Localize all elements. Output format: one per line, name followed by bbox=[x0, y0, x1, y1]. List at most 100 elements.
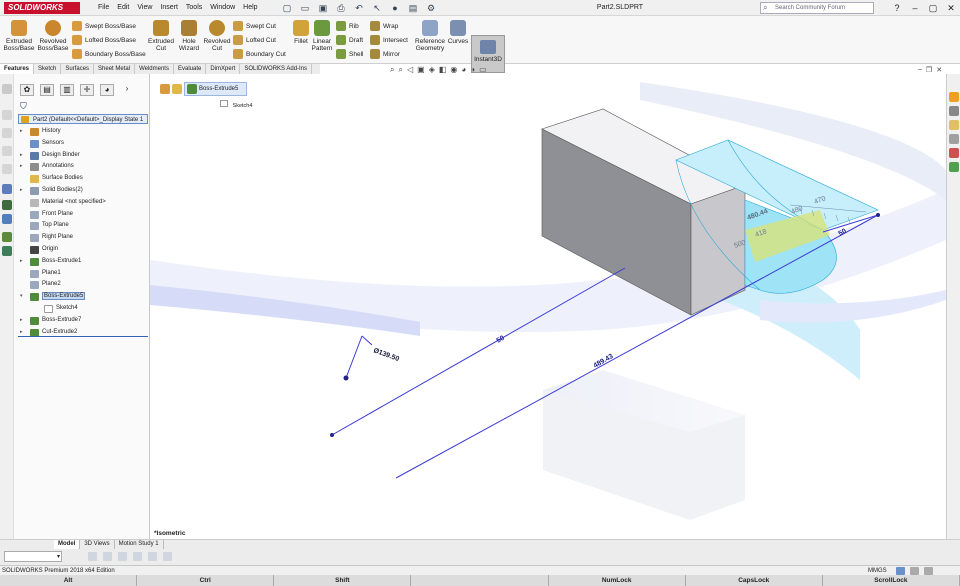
dimxpertmanager-tab-icon[interactable]: ✛ bbox=[80, 84, 94, 96]
previous-view-icon[interactable]: ◁ bbox=[407, 65, 413, 75]
tab-sketch[interactable]: Sketch bbox=[34, 64, 62, 74]
undo-icon[interactable]: ↶ bbox=[352, 2, 366, 14]
tool-icon[interactable] bbox=[103, 552, 112, 561]
rib-button[interactable]: Rib bbox=[336, 21, 359, 31]
sketch-point[interactable] bbox=[343, 375, 349, 381]
chevron-right-icon[interactable]: ▸ bbox=[20, 315, 23, 327]
tree-item[interactable]: Surface Bodies bbox=[18, 173, 148, 185]
strip-tool-icon[interactable] bbox=[2, 246, 12, 256]
tab-model[interactable]: Model bbox=[54, 540, 81, 549]
strip-tool-icon[interactable] bbox=[2, 200, 12, 210]
rebuild-status-icon[interactable] bbox=[896, 567, 905, 575]
maximize-icon[interactable]: ▢ bbox=[924, 0, 942, 16]
open-folder-icon[interactable]: ▭ bbox=[298, 2, 312, 14]
units-combo[interactable]: ▾ bbox=[4, 551, 62, 562]
menu-view[interactable]: View bbox=[133, 0, 156, 16]
view-palette-icon[interactable] bbox=[949, 134, 959, 144]
tree-item[interactable]: ▸ Design Binder bbox=[18, 150, 148, 162]
filter-icon[interactable]: ⛉ bbox=[20, 101, 27, 112]
tab-weldments[interactable]: Weldments bbox=[135, 64, 174, 74]
strip-tool-icon[interactable] bbox=[2, 214, 12, 224]
boundary-boss-button[interactable]: Boundary Boss/Base bbox=[72, 49, 146, 59]
menu-edit[interactable]: Edit bbox=[113, 0, 133, 16]
new-document-icon[interactable]: ▢ bbox=[280, 2, 294, 14]
strip-tool-icon[interactable] bbox=[2, 128, 12, 138]
tree-root-part[interactable]: Part2 (Default<<Default>_Display State 1 bbox=[18, 114, 148, 124]
hole-wizard-button[interactable]: Hole Wizard bbox=[174, 20, 204, 52]
dimension-depth-50[interactable]: 50 bbox=[496, 335, 506, 345]
extruded-cut-button[interactable]: Extruded Cut bbox=[146, 20, 176, 52]
strip-tool-icon[interactable] bbox=[2, 146, 12, 156]
chevron-right-icon[interactable]: ▸ bbox=[20, 126, 23, 138]
edit-appearance-icon[interactable]: ◕ bbox=[461, 65, 466, 75]
strip-tool-icon[interactable] bbox=[2, 84, 12, 94]
tool-icon[interactable] bbox=[163, 552, 172, 561]
revolved-boss-button[interactable]: Revolved Boss/Base bbox=[36, 20, 70, 52]
zoom-to-fit-icon[interactable]: ⌕ bbox=[390, 65, 394, 75]
select-arrow-icon[interactable]: ↖ bbox=[370, 2, 384, 14]
solidworks-resources-icon[interactable] bbox=[949, 92, 959, 102]
tree-item[interactable]: Front Plane bbox=[18, 209, 148, 221]
status-icon[interactable] bbox=[910, 567, 919, 575]
viewport-close-icon[interactable]: ✕ bbox=[936, 66, 942, 74]
solidworks-logo[interactable]: SOLIDWORKS bbox=[4, 2, 80, 14]
appearances-icon[interactable] bbox=[949, 148, 959, 158]
tree-item[interactable]: ▸ Annotations bbox=[18, 161, 148, 173]
viewport-minimize-icon[interactable]: – bbox=[918, 66, 922, 74]
tab-3d-views[interactable]: 3D Views bbox=[80, 540, 115, 549]
tab-features[interactable]: Features bbox=[0, 64, 35, 74]
tree-item[interactable]: ▸ History bbox=[18, 126, 148, 138]
tree-item[interactable]: Plane2 bbox=[18, 279, 148, 291]
viewport-restore-icon[interactable]: ❐ bbox=[926, 66, 932, 74]
dimension-arrow-end[interactable] bbox=[876, 213, 880, 217]
close-icon[interactable]: ✕ bbox=[942, 0, 960, 16]
tab-addins[interactable]: SOLIDWORKS Add-Ins bbox=[240, 64, 313, 74]
dimension-489-43[interactable]: 489.43 bbox=[593, 353, 615, 370]
tab-sheet-metal[interactable]: Sheet Metal bbox=[94, 64, 136, 74]
mirror-button[interactable]: Mirror bbox=[370, 49, 400, 59]
view-settings-icon[interactable]: ▭ bbox=[479, 65, 487, 75]
tree-item[interactable]: Plane1 bbox=[18, 268, 148, 280]
dimension-arrow-end[interactable] bbox=[330, 433, 334, 437]
lofted-boss-button[interactable]: Lofted Boss/Base bbox=[72, 35, 136, 45]
apply-scene-icon[interactable]: ◑ bbox=[470, 65, 475, 75]
tree-item[interactable]: ▾ Boss-Extrude5 bbox=[18, 291, 148, 303]
shell-button[interactable]: Shell bbox=[336, 49, 363, 59]
lofted-cut-button[interactable]: Lofted Cut bbox=[233, 35, 276, 45]
reference-geometry-button[interactable]: Reference Geometry bbox=[414, 20, 446, 52]
minimize-icon[interactable]: – bbox=[906, 0, 924, 16]
menu-insert[interactable]: Insert bbox=[156, 0, 182, 16]
tree-item[interactable]: Material <not specified> bbox=[18, 197, 148, 209]
tool-icon[interactable] bbox=[88, 552, 97, 561]
propertymanager-tab-icon[interactable]: ▤ bbox=[40, 84, 54, 96]
file-explorer-icon[interactable] bbox=[949, 120, 959, 130]
menu-file[interactable]: File bbox=[94, 0, 113, 16]
model-viewport[interactable]: 470 480 418 500 480.44 50 489.43 Ø139.50… bbox=[150, 74, 946, 539]
section-view-icon[interactable]: ▣ bbox=[417, 65, 425, 75]
design-library-icon[interactable] bbox=[949, 106, 959, 116]
flyout-item-boss-extrude5[interactable]: Boss-Extrude5 bbox=[184, 82, 248, 96]
strip-tool-icon[interactable] bbox=[2, 184, 12, 194]
display-style-icon[interactable]: ◧ bbox=[439, 65, 447, 75]
graphics-area[interactable]: 470 480 418 500 480.44 50 489.43 Ø139.50… bbox=[150, 74, 946, 539]
swept-cut-button[interactable]: Swept Cut bbox=[233, 21, 276, 31]
featuremanager-tab-icon[interactable]: ✿ bbox=[20, 84, 34, 96]
rollback-bar[interactable] bbox=[18, 336, 148, 337]
menu-window[interactable]: Window bbox=[206, 0, 239, 16]
chevron-right-icon[interactable]: ▸ bbox=[20, 150, 23, 162]
save-icon[interactable]: ▣ bbox=[316, 2, 330, 14]
rebuild-icon[interactable]: ● bbox=[388, 2, 402, 14]
tab-dimxpert[interactable]: DimXpert bbox=[206, 64, 241, 74]
linear-pattern-button[interactable]: Linear Pattern bbox=[310, 20, 334, 52]
draft-button[interactable]: Draft bbox=[336, 35, 363, 45]
tree-item[interactable]: Top Plane bbox=[18, 220, 148, 232]
flyout-item-sketch4[interactable]: Sketch4 bbox=[220, 100, 252, 109]
tool-icon[interactable] bbox=[148, 552, 157, 561]
custom-properties-icon[interactable] bbox=[949, 162, 959, 172]
dimension-diameter[interactable]: Ø139.50 bbox=[372, 347, 400, 363]
help-icon[interactable]: ? bbox=[888, 0, 906, 16]
fillet-button[interactable]: Fillet bbox=[290, 20, 312, 45]
boundary-cut-button[interactable]: Boundary Cut bbox=[233, 49, 286, 59]
expand-panel-icon[interactable]: › bbox=[120, 84, 134, 96]
configurationmanager-tab-icon[interactable]: ▥ bbox=[60, 84, 74, 96]
